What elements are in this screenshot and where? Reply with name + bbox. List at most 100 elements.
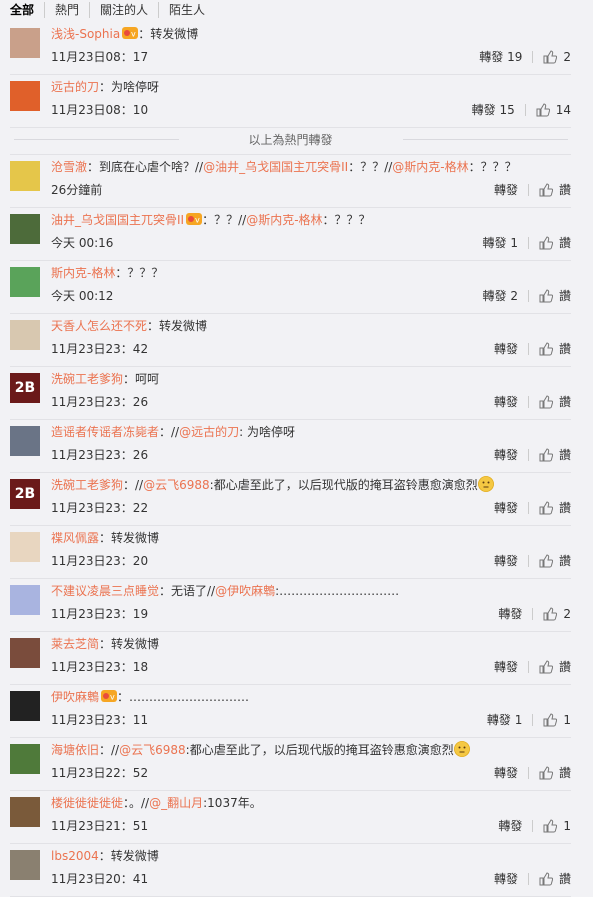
repost-button[interactable]: 轉發 bbox=[494, 392, 518, 412]
repost-button[interactable]: 轉發 bbox=[494, 180, 518, 200]
like-button[interactable]: 1 bbox=[543, 816, 571, 836]
mention-link[interactable]: @伊吹麻鵯 bbox=[215, 584, 275, 598]
avatar[interactable] bbox=[10, 267, 40, 297]
mention-link[interactable]: @斯内克-格林 bbox=[246, 213, 322, 227]
repost-button[interactable]: 轉發 bbox=[498, 816, 522, 836]
user-link[interactable]: 沧雪澈 bbox=[51, 160, 87, 174]
repost-button[interactable]: 轉發 15 bbox=[472, 100, 515, 120]
timestamp[interactable]: 11月23日23：26 bbox=[51, 448, 148, 462]
user-link[interactable]: 不建议凌晨三点睡觉 bbox=[51, 584, 159, 598]
like-button[interactable]: 讚 bbox=[539, 392, 571, 412]
repost-button[interactable]: 轉發 bbox=[498, 604, 522, 624]
avatar[interactable] bbox=[10, 161, 40, 191]
avatar[interactable] bbox=[10, 214, 40, 244]
repost-button[interactable]: 轉發 bbox=[494, 551, 518, 571]
list-item: 不建议凌晨三点睡觉：无语了//@伊吹麻鵯:………………………… 11月23日23：… bbox=[10, 579, 571, 632]
like-button[interactable]: 讚 bbox=[539, 498, 571, 518]
divider-line-right bbox=[403, 139, 568, 140]
timestamp[interactable]: 11月23日23：18 bbox=[51, 660, 148, 674]
repost-button[interactable]: 轉發 bbox=[494, 869, 518, 889]
user-link[interactable]: 造谣者传谣者冻毙者 bbox=[51, 425, 159, 439]
avatar[interactable] bbox=[10, 28, 40, 58]
like-button[interactable]: 14 bbox=[536, 100, 571, 120]
repost-button[interactable]: 轉發 bbox=[494, 445, 518, 465]
timestamp[interactable]: 11月23日23：19 bbox=[51, 607, 148, 621]
like-button[interactable]: 讚 bbox=[539, 869, 571, 889]
avatar[interactable] bbox=[10, 81, 40, 111]
like-button[interactable]: 讚 bbox=[539, 551, 571, 571]
like-button[interactable]: 讚 bbox=[539, 657, 571, 677]
avatar[interactable] bbox=[10, 426, 40, 456]
repost-button[interactable]: 轉發 1 bbox=[487, 710, 522, 730]
mention-link[interactable]: @云飞6988 bbox=[143, 478, 210, 492]
mention-link[interactable]: @_翻山月 bbox=[149, 796, 203, 810]
like-button[interactable]: 讚 bbox=[539, 763, 571, 783]
user-link[interactable]: lbs2004 bbox=[51, 849, 99, 863]
repost-button[interactable]: 轉發 bbox=[494, 657, 518, 677]
action-separator bbox=[532, 714, 534, 726]
timestamp[interactable]: 11月23日22：52 bbox=[51, 766, 148, 780]
like-button[interactable]: 讚 bbox=[539, 339, 571, 359]
timestamp[interactable]: 11月23日23：11 bbox=[51, 713, 148, 727]
mention-link[interactable]: @油井_乌戈国国主兀突骨II bbox=[203, 160, 348, 174]
like-button[interactable]: 1 bbox=[543, 710, 571, 730]
avatar[interactable]: 2B bbox=[10, 479, 40, 509]
action-separator bbox=[527, 661, 529, 673]
avatar[interactable]: 2B bbox=[10, 373, 40, 403]
repost-button[interactable]: 轉發 1 bbox=[483, 233, 518, 253]
user-link[interactable]: 油井_乌戈国国主兀突骨II bbox=[51, 213, 184, 227]
user-link[interactable]: 天香人怎么还不死 bbox=[51, 319, 147, 333]
list-item: 2B 洗碗工老爹狗：呵呵 11月23日23：26 轉發 讚 bbox=[10, 367, 571, 420]
tab-strangers[interactable]: 陌生人 bbox=[158, 2, 215, 18]
repost-button[interactable]: 轉發 bbox=[494, 498, 518, 518]
like-button[interactable]: 2 bbox=[543, 604, 571, 624]
avatar[interactable] bbox=[10, 691, 40, 721]
like-button[interactable]: 讚 bbox=[539, 233, 571, 253]
tab-following[interactable]: 關注的人 bbox=[89, 2, 158, 18]
user-link[interactable]: 远古的刀 bbox=[51, 80, 99, 94]
like-button[interactable]: 讚 bbox=[539, 445, 571, 465]
like-button[interactable]: 讚 bbox=[539, 180, 571, 200]
timestamp[interactable]: 11月23日20：41 bbox=[51, 872, 148, 886]
timestamp[interactable]: 11月23日23：42 bbox=[51, 342, 148, 356]
avatar[interactable] bbox=[10, 850, 40, 880]
user-link[interactable]: 莱去芝简 bbox=[51, 637, 99, 651]
timestamp[interactable]: 11月23日08：10 bbox=[51, 103, 148, 117]
timestamp[interactable]: 11月23日23：22 bbox=[51, 501, 148, 515]
user-link[interactable]: 褋风佩露 bbox=[51, 531, 99, 545]
user-link[interactable]: 海塘依旧 bbox=[51, 743, 99, 757]
user-link[interactable]: 洗碗工老爹狗 bbox=[51, 478, 123, 492]
list-item: 沧雪澈：到底在心虐个啥？//@油井_乌戈国国主兀突骨II：？？//@斯内克-格林… bbox=[10, 155, 571, 208]
user-link[interactable]: 伊吹麻鵯 bbox=[51, 690, 99, 704]
avatar[interactable] bbox=[10, 797, 40, 827]
avatar[interactable] bbox=[10, 585, 40, 615]
like-button[interactable]: 讚 bbox=[539, 286, 571, 306]
user-link[interactable]: 洗碗工老爹狗 bbox=[51, 372, 123, 386]
avatar[interactable] bbox=[10, 638, 40, 668]
tab-hot[interactable]: 熱門 bbox=[44, 2, 89, 18]
repost-button[interactable]: 轉發 bbox=[494, 339, 518, 359]
user-link[interactable]: 斯内克-格林 bbox=[51, 266, 115, 280]
repost-button[interactable]: 轉發 19 bbox=[479, 47, 522, 67]
mention-link[interactable]: @斯内克-格林 bbox=[392, 160, 468, 174]
repost-list: 浅浅-Sophia v ：转发微博 11月23日08：17 轉發 19 2 远古的刀：为啥停… bbox=[10, 22, 571, 897]
user-link[interactable]: 楼徙徙徙徙徙 bbox=[51, 796, 123, 810]
timestamp[interactable]: 今天 00:12 bbox=[51, 289, 113, 303]
list-item: 浅浅-Sophia v ：转发微博 11月23日08：17 轉發 19 2 bbox=[10, 22, 571, 75]
repost-button[interactable]: 轉發 bbox=[494, 763, 518, 783]
avatar[interactable] bbox=[10, 744, 40, 774]
avatar[interactable] bbox=[10, 532, 40, 562]
timestamp[interactable]: 26分鐘前 bbox=[51, 183, 102, 197]
avatar[interactable] bbox=[10, 320, 40, 350]
timestamp[interactable]: 11月23日08：17 bbox=[51, 50, 148, 64]
mention-link[interactable]: @远古的刀 bbox=[179, 425, 239, 439]
user-link[interactable]: 浅浅-Sophia bbox=[51, 27, 120, 41]
tab-all[interactable]: 全部 bbox=[10, 2, 44, 18]
timestamp[interactable]: 11月23日21：51 bbox=[51, 819, 148, 833]
timestamp[interactable]: 今天 00:16 bbox=[51, 236, 113, 250]
timestamp[interactable]: 11月23日23：20 bbox=[51, 554, 148, 568]
mention-link[interactable]: @云飞6988 bbox=[119, 743, 186, 757]
like-button[interactable]: 2 bbox=[543, 47, 571, 67]
timestamp[interactable]: 11月23日23：26 bbox=[51, 395, 148, 409]
repost-button[interactable]: 轉發 2 bbox=[483, 286, 518, 306]
